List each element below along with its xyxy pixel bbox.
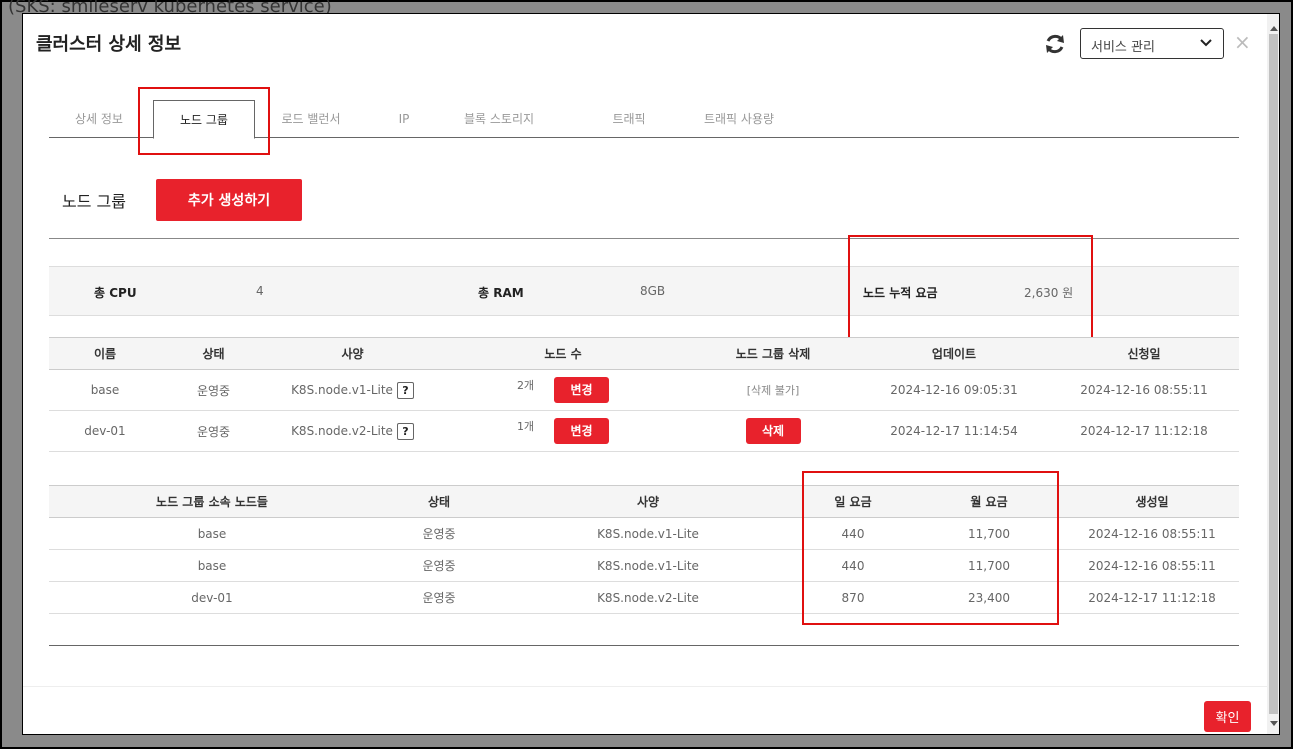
col-daily-cost: 일 요금 [793,485,913,518]
tab-bar: 상세 정보 노드 그룹 로드 밸런서 IP 블록 스토리지 트래픽 트래픽 사용… [49,100,1239,139]
cell-applied: 2024-12-16 08:55:11 [1049,369,1239,411]
cell-applied: 2024-12-17 11:12:18 [1049,410,1239,452]
cell-group: base [49,517,375,550]
table-row: dev-01 운영중 K8S.node.v2-Lite? 1개 변경 삭제 202… [49,410,1239,452]
col-group-nodes: 노드 그룹 소속 노드들 [49,485,375,518]
col-group-delete: 노드 그룹 삭제 [687,337,859,370]
scroll-up-arrow-icon[interactable] [1270,26,1278,31]
divider [49,645,1239,646]
help-icon[interactable]: ? [396,381,414,399]
tab-ip[interactable]: IP [379,100,429,138]
total-cpu-label: 총 CPU [94,286,137,300]
node-cost-label: 노드 누적 요금 [863,286,938,300]
cell-status: 운영중 [375,517,503,550]
node-group-table: 이름 상태 사양 노드 수 노드 그룹 삭제 업데이트 신청일 base 운영중… [49,337,1239,452]
cell-group: base [49,549,375,582]
scroll-down-arrow-icon[interactable] [1270,721,1278,726]
cell-created: 2024-12-16 08:55:11 [1065,549,1239,582]
tab-traffic-usage[interactable]: 트래픽 사용량 [689,100,789,138]
cell-spec: K8S.node.v2-Lite [503,581,793,614]
col-status: 상태 [375,485,503,518]
service-management-select[interactable]: 서비스 관리 [1080,28,1224,59]
cell-group-delete: [삭제 불가] [687,369,859,411]
cell-status: 운영중 [375,549,503,582]
table-row: dev-01 운영중 K8S.node.v2-Lite 870 23,400 2… [49,581,1239,614]
col-created: 생성일 [1065,485,1239,518]
col-status: 상태 [161,337,266,370]
cell-group-delete: 삭제 [687,410,859,452]
col-monthly-cost: 월 요금 [913,485,1065,518]
node-table: 노드 그룹 소속 노드들 상태 사양 일 요금 월 요금 생성일 base 운영… [49,485,1239,614]
cell-created: 2024-12-17 11:12:18 [1065,581,1239,614]
total-ram-value: 8GB [640,284,666,298]
cell-name: dev-01 [49,410,161,452]
summary-bar: 총 CPU 4 총 RAM 8GB 노드 누적 요금 2,630 원 [49,266,1239,316]
cell-daily: 440 [793,517,913,550]
tab-node-group[interactable]: 노드 그룹 [153,100,255,139]
node-count: 1개 [516,420,535,433]
cell-updated: 2024-12-17 11:14:54 [859,410,1049,452]
tab-traffic[interactable]: 트래픽 [579,100,679,138]
service-select-value: 서비스 관리 [1091,40,1155,55]
total-ram-label: 총 RAM [478,286,524,300]
confirm-button[interactable]: 확인 [1204,701,1251,732]
table-row: base 운영중 K8S.node.v1-Lite 440 11,700 202… [49,517,1239,550]
cell-spec: K8S.node.v1-Lite? [266,369,439,411]
delete-disabled-text: [삭제 불가] [746,384,800,397]
cell-node-count: 1개 변경 [439,410,687,452]
footer-divider [23,686,1267,687]
divider [49,238,1239,239]
refresh-icon[interactable] [1043,32,1067,56]
spec-text: K8S.node.v1-Lite [291,382,393,397]
table-row: base 운영중 K8S.node.v1-Lite? 2개 변경 [삭제 불가] … [49,369,1239,411]
col-node-count: 노드 수 [439,337,687,370]
col-spec: 사양 [266,337,439,370]
cell-name: base [49,369,161,411]
change-count-button[interactable]: 변경 [554,418,610,444]
cell-daily: 870 [793,581,913,614]
tab-details[interactable]: 상세 정보 [49,100,149,138]
col-updated: 업데이트 [859,337,1049,370]
delete-group-button[interactable]: 삭제 [745,418,801,444]
cell-monthly: 11,700 [913,517,1065,550]
scrollbar[interactable] [1267,14,1279,734]
section-title: 노드 그룹 [62,192,126,211]
table-header-row: 이름 상태 사양 노드 수 노드 그룹 삭제 업데이트 신청일 [49,337,1239,370]
add-node-group-button[interactable]: 추가 생성하기 [156,179,302,221]
cell-spec: K8S.node.v1-Lite [503,549,793,582]
cluster-detail-modal: 클러스터 상세 정보 서비스 관리 × 상세 정보 노드 그룹 로드 밸런서 I… [22,13,1280,735]
total-cpu-value: 4 [256,284,264,298]
tab-block-storage[interactable]: 블록 스토리지 [449,100,549,138]
cell-group: dev-01 [49,581,375,614]
cell-node-count: 2개 변경 [439,369,687,411]
col-name: 이름 [49,337,161,370]
node-count: 2개 [516,379,535,392]
cell-updated: 2024-12-16 09:05:31 [859,369,1049,411]
scroll-thumb[interactable] [1269,34,1278,714]
cell-status: 운영중 [375,581,503,614]
chevron-down-icon [1200,39,1212,47]
cell-status: 운영중 [161,410,266,452]
table-row: base 운영중 K8S.node.v1-Lite 440 11,700 202… [49,549,1239,582]
close-icon[interactable]: × [1234,30,1251,54]
node-cost-value: 2,630 원 [1024,286,1074,300]
help-icon[interactable]: ? [396,422,414,440]
tab-load-balancer[interactable]: 로드 밸런서 [261,100,361,138]
col-spec: 사양 [503,485,793,518]
spec-text: K8S.node.v2-Lite [291,423,393,438]
cell-monthly: 23,400 [913,581,1065,614]
cell-monthly: 11,700 [913,549,1065,582]
cell-daily: 440 [793,549,913,582]
cell-status: 운영중 [161,369,266,411]
cell-spec: K8S.node.v2-Lite? [266,410,439,452]
cell-created: 2024-12-16 08:55:11 [1065,517,1239,550]
table-header-row: 노드 그룹 소속 노드들 상태 사양 일 요금 월 요금 생성일 [49,485,1239,518]
modal-title: 클러스터 상세 정보 [36,34,182,55]
cell-spec: K8S.node.v1-Lite [503,517,793,550]
col-applied: 신청일 [1049,337,1239,370]
change-count-button[interactable]: 변경 [554,377,610,403]
